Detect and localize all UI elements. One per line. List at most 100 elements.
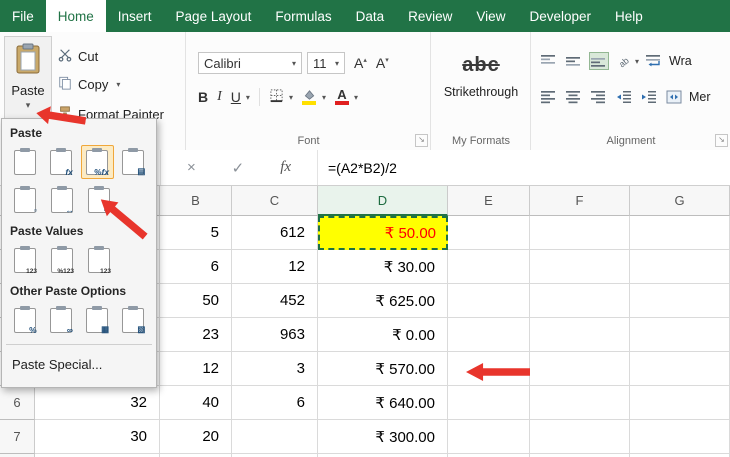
paste-option-picture[interactable]: ▦ <box>81 303 114 337</box>
cell-d5[interactable]: ₹ 570.00 <box>318 352 448 386</box>
paste-option-values[interactable]: 123 <box>8 243 42 277</box>
cell-b4[interactable]: 23 <box>160 318 232 352</box>
paste-dropdown-caret[interactable]: ▾ <box>26 100 31 111</box>
paste-option-formulas[interactable]: fx <box>44 145 77 179</box>
cell-c6[interactable]: 6 <box>232 386 318 420</box>
cell-g2[interactable] <box>630 250 730 284</box>
column-header-c[interactable]: C <box>232 186 318 216</box>
paste-option-paste-link[interactable]: ∞ <box>44 303 77 337</box>
cell-b1[interactable]: 5 <box>160 216 232 250</box>
cell-d7[interactable]: ₹ 300.00 <box>318 420 448 454</box>
tab-developer[interactable]: Developer <box>517 0 603 32</box>
cell-c4[interactable]: 963 <box>232 318 318 352</box>
cell-d2[interactable]: ₹ 30.00 <box>318 250 448 284</box>
paste-option-keep-source-column-widths[interactable]: ↔ <box>45 183 79 217</box>
align-bottom-button[interactable] <box>589 52 609 70</box>
paste-option-linked-picture[interactable]: ▧ <box>117 303 150 337</box>
cell-f3[interactable] <box>530 284 630 318</box>
selected-cell-d1[interactable]: ₹ 50.00 <box>318 216 448 250</box>
tab-file[interactable]: File <box>0 0 46 32</box>
cell-c2[interactable]: 12 <box>232 250 318 284</box>
underline-button[interactable]: U <box>231 89 241 105</box>
column-header-d[interactable]: D <box>318 186 448 216</box>
paste-option-formulas-number-formatting[interactable]: %fx <box>80 145 114 179</box>
cell-g1[interactable] <box>630 216 730 250</box>
cell-f1[interactable] <box>530 216 630 250</box>
cell-f4[interactable] <box>530 318 630 352</box>
increase-indent-button[interactable] <box>639 88 659 106</box>
cell-g7[interactable] <box>630 420 730 454</box>
column-header-g[interactable]: G <box>630 186 730 216</box>
cell-e7[interactable] <box>448 420 530 454</box>
cell-b7[interactable]: 20 <box>160 420 232 454</box>
orientation-dropdown-caret[interactable]: ▾ <box>635 57 639 66</box>
paste-option-formatting[interactable]: % <box>8 303 41 337</box>
tab-insert[interactable]: Insert <box>106 0 164 32</box>
align-top-button[interactable] <box>539 52 559 70</box>
font-name-select[interactable]: Calibri ▾ <box>198 52 302 74</box>
cell-c1[interactable]: 612 <box>232 216 318 250</box>
cell-f5[interactable] <box>530 352 630 386</box>
copy-dropdown-caret[interactable]: ▾ <box>116 80 120 89</box>
tab-home[interactable]: Home <box>45 0 106 32</box>
copy-button[interactable]: Copy ▾ <box>58 72 120 96</box>
cell-c3[interactable]: 452 <box>232 284 318 318</box>
cut-button[interactable]: Cut <box>58 44 98 68</box>
tab-formulas[interactable]: Formulas <box>263 0 343 32</box>
strikethrough-button[interactable]: abc Strikethrough <box>431 54 531 99</box>
formula-input[interactable]: =(A2*B2)/2 <box>318 150 730 185</box>
row-header-6[interactable]: 6 <box>0 386 35 420</box>
bold-button[interactable]: B <box>198 89 208 105</box>
underline-dropdown-caret[interactable]: ▾ <box>246 93 250 102</box>
cell-e3[interactable] <box>448 284 530 318</box>
tab-data[interactable]: Data <box>344 0 397 32</box>
cell-g3[interactable] <box>630 284 730 318</box>
cell-a7[interactable]: 30 <box>35 420 160 454</box>
align-left-button[interactable] <box>539 88 559 106</box>
insert-function-button[interactable]: fx <box>280 159 291 176</box>
fill-color-button[interactable] <box>302 89 317 105</box>
column-header-e[interactable]: E <box>448 186 530 216</box>
decrease-font-button[interactable]: A ▾ <box>376 55 389 71</box>
borders-button[interactable] <box>269 88 284 106</box>
paste-option-no-borders[interactable]: ▫ <box>8 183 42 217</box>
cell-b3[interactable]: 50 <box>160 284 232 318</box>
tab-help[interactable]: Help <box>603 0 655 32</box>
column-header-f[interactable]: F <box>530 186 630 216</box>
orientation-button[interactable]: ab <box>614 52 634 70</box>
cell-g6[interactable] <box>630 386 730 420</box>
cell-a6[interactable]: 32 <box>35 386 160 420</box>
cell-b6[interactable]: 40 <box>160 386 232 420</box>
tab-page-layout[interactable]: Page Layout <box>164 0 264 32</box>
font-dialog-launcher[interactable]: ↘ <box>415 134 428 147</box>
cancel-button[interactable]: × <box>187 159 196 176</box>
font-size-select[interactable]: 11 ▾ <box>307 52 345 74</box>
increase-font-button[interactable]: A ▴ <box>354 55 367 71</box>
cell-d4[interactable]: ₹ 0.00 <box>318 318 448 352</box>
italic-button[interactable]: I <box>217 89 222 105</box>
tab-view[interactable]: View <box>464 0 517 32</box>
align-middle-button[interactable] <box>564 52 584 70</box>
alignment-dialog-launcher[interactable]: ↘ <box>715 134 728 147</box>
font-color-button[interactable]: A <box>334 88 349 105</box>
cell-b2[interactable]: 6 <box>160 250 232 284</box>
align-right-button[interactable] <box>589 88 609 106</box>
cell-f2[interactable] <box>530 250 630 284</box>
cell-g4[interactable] <box>630 318 730 352</box>
paste-option-paste[interactable] <box>8 145 41 179</box>
borders-dropdown-caret[interactable]: ▾ <box>289 93 293 102</box>
paste-special-item[interactable]: Paste Special... <box>2 350 156 377</box>
cell-f7[interactable] <box>530 420 630 454</box>
paste-option-keep-source-formatting[interactable]: ▤ <box>117 145 150 179</box>
cell-c7[interactable] <box>232 420 318 454</box>
paste-option-values-number-formatting[interactable]: %123 <box>45 243 79 277</box>
cell-g5[interactable] <box>630 352 730 386</box>
cell-e1[interactable] <box>448 216 530 250</box>
tab-review[interactable]: Review <box>396 0 464 32</box>
cell-b5[interactable]: 12 <box>160 352 232 386</box>
cell-e2[interactable] <box>448 250 530 284</box>
column-header-b[interactable]: B <box>160 186 232 216</box>
cell-e4[interactable] <box>448 318 530 352</box>
fill-color-dropdown-caret[interactable]: ▾ <box>322 93 326 102</box>
decrease-indent-button[interactable] <box>614 88 634 106</box>
